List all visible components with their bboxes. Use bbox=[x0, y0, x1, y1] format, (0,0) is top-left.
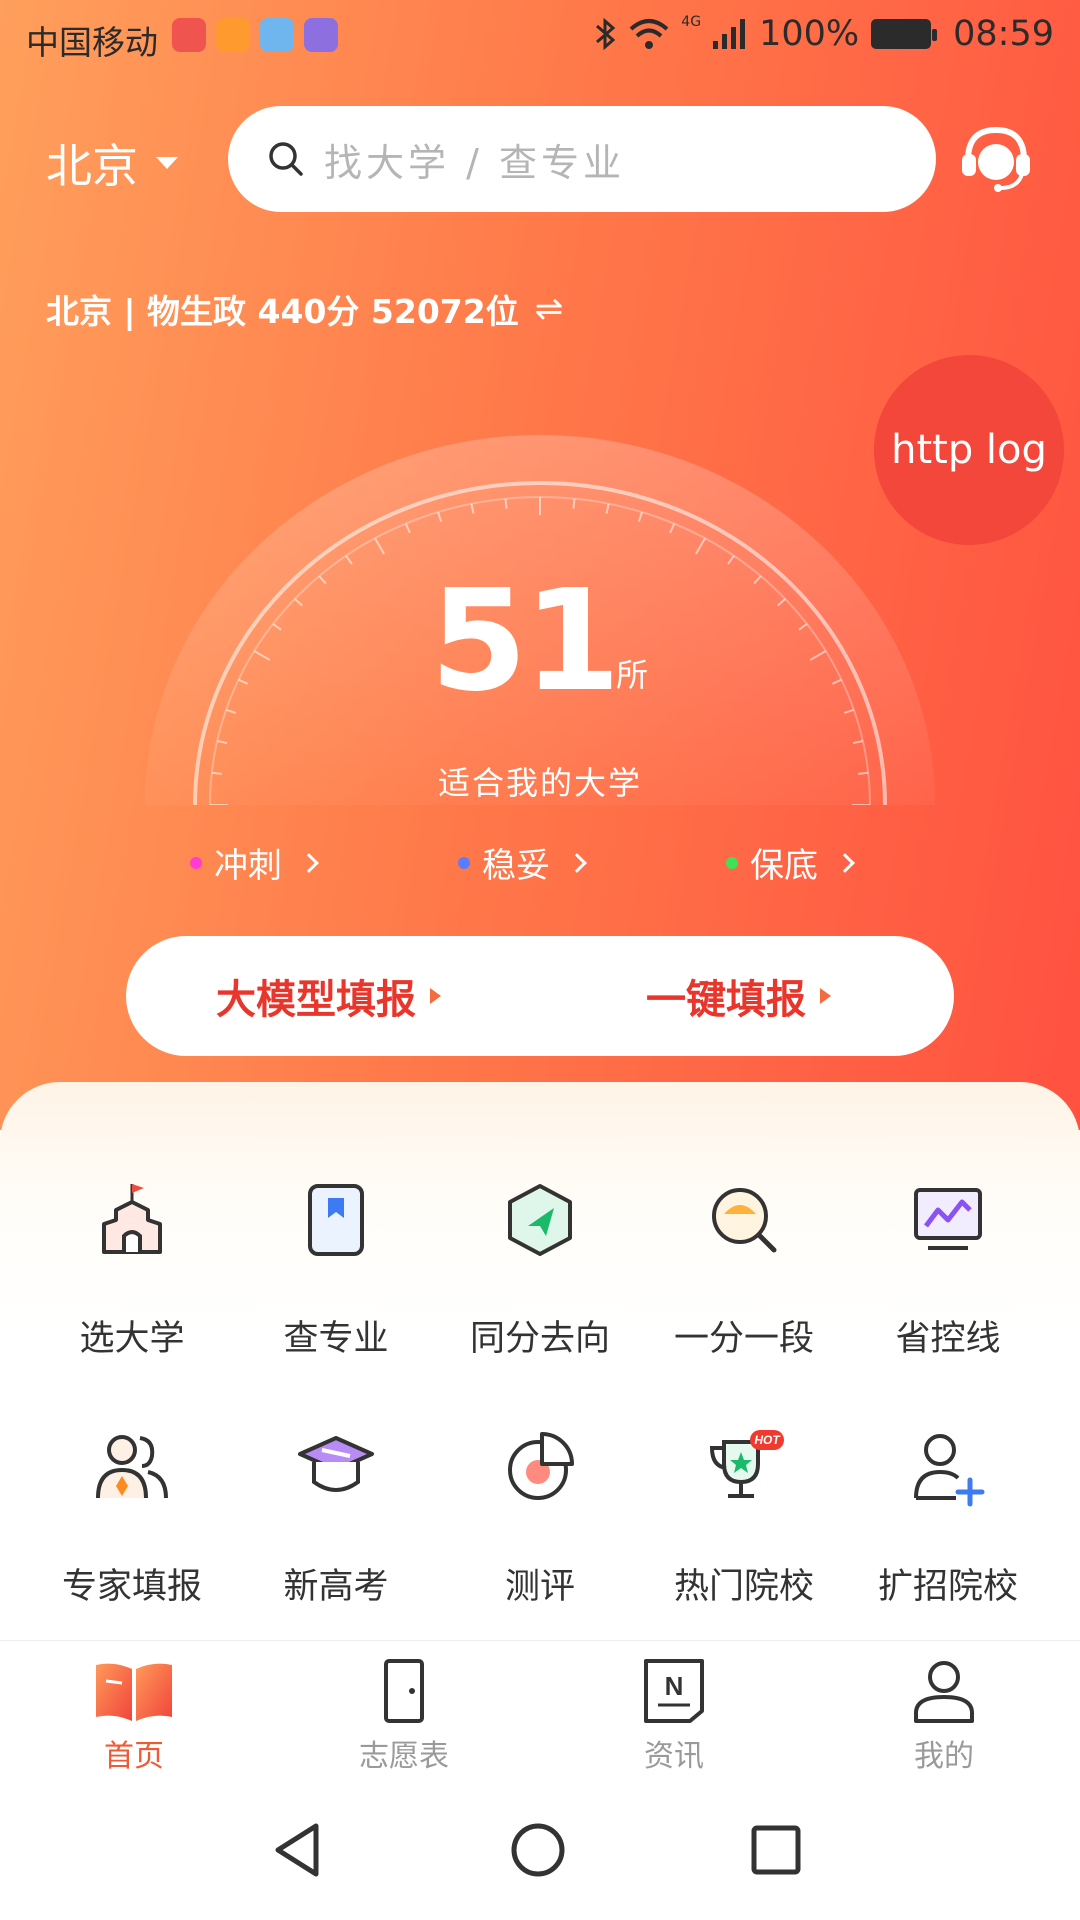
grid-item-popular-colleges[interactable]: HOT 热门院校 bbox=[644, 1428, 844, 1609]
battery-percent: 100% bbox=[759, 14, 860, 54]
one-click-label: 一键填报 bbox=[646, 977, 806, 1023]
grid-item-assessment[interactable]: 测评 bbox=[440, 1428, 640, 1609]
add-user-icon bbox=[914, 1434, 985, 1507]
tier-label: 冲刺 bbox=[214, 846, 282, 886]
huawei-store-icon bbox=[172, 18, 206, 52]
chevron-right-icon bbox=[835, 852, 855, 873]
tab-volunteer-form[interactable]: 志愿表 bbox=[304, 1659, 504, 1775]
grid-item-new-gaokao[interactable]: 新高考 bbox=[236, 1428, 436, 1609]
clock: 08:59 bbox=[953, 14, 1054, 54]
grid-label: 同分去向 bbox=[469, 1319, 610, 1359]
signal-icon bbox=[713, 19, 746, 49]
fill-actions-card: 大模型填报 一键填报 bbox=[126, 936, 954, 1056]
health-app-icon bbox=[216, 18, 250, 52]
hot-badge: HOT bbox=[754, 1433, 781, 1447]
status-bar: 中国移动 4G 100% 08:59 bbox=[0, 0, 1080, 74]
tier-guarantee[interactable]: 保底 bbox=[726, 838, 855, 887]
grid-label: 新高考 bbox=[283, 1567, 389, 1607]
trophy-icon: HOT bbox=[709, 1430, 784, 1498]
graduation-cap-icon bbox=[298, 1436, 374, 1492]
tier-dot bbox=[726, 856, 738, 869]
search-icon bbox=[269, 142, 303, 176]
grid-label: 一分一段 bbox=[673, 1319, 814, 1359]
search-bar[interactable]: 找大学 / 查专业 bbox=[228, 106, 936, 212]
carrier-name: 中国移动 bbox=[26, 23, 158, 62]
notification-icons bbox=[172, 18, 338, 52]
grid-label: 热门院校 bbox=[673, 1567, 814, 1607]
profile-summary: 北京 | 物生政 440分 52072位 bbox=[46, 292, 519, 331]
ai-fill-label: 大模型填报 bbox=[216, 977, 416, 1023]
grid-label: 省控线 bbox=[895, 1319, 1001, 1359]
network-type: 4G bbox=[681, 14, 702, 30]
bluetooth-icon bbox=[596, 17, 616, 51]
news-icon: N bbox=[644, 1659, 704, 1723]
battery-icon bbox=[871, 19, 938, 49]
book-open-icon bbox=[96, 1663, 172, 1721]
back-nav-icon[interactable] bbox=[270, 1820, 326, 1880]
customer-service-icon[interactable] bbox=[956, 118, 1036, 198]
play-arrow-icon bbox=[430, 988, 441, 1004]
campus-icon bbox=[102, 1184, 162, 1254]
wifi-icon bbox=[629, 19, 669, 49]
tab-label: 首页 bbox=[104, 1739, 164, 1774]
grid-label: 查专业 bbox=[283, 1319, 389, 1359]
grid-item-expert-fill[interactable]: 专家填报 bbox=[32, 1428, 232, 1609]
tab-mine[interactable]: 我的 bbox=[844, 1659, 1044, 1775]
svg-text:N: N bbox=[665, 1671, 684, 1701]
tier-label: 稳妥 bbox=[482, 846, 550, 886]
gauge-tick bbox=[504, 498, 508, 509]
status-right: 4G 100% 08:59 bbox=[593, 14, 1054, 54]
play-arrow-icon bbox=[820, 988, 831, 1004]
tab-home[interactable]: 首页 bbox=[34, 1659, 234, 1775]
music-app-icon bbox=[304, 18, 338, 52]
swap-icon[interactable]: ⇌ bbox=[535, 289, 564, 329]
user-icon bbox=[914, 1661, 974, 1723]
tier-dot bbox=[458, 856, 470, 869]
book-icon bbox=[308, 1184, 364, 1256]
score-profile[interactable]: 北京 | 物生政 440分 52072位 ⇌ bbox=[46, 285, 563, 333]
chevron-right-icon bbox=[299, 852, 319, 873]
grid-item-same-score[interactable]: 同分去向 bbox=[440, 1180, 640, 1361]
tab-label: 资讯 bbox=[644, 1739, 704, 1774]
magnifier-icon bbox=[712, 1188, 777, 1253]
tier-rush[interactable]: 冲刺 bbox=[190, 838, 319, 887]
grid-item-expanded-enrollment[interactable]: 扩招院校 bbox=[848, 1428, 1048, 1609]
search-placeholder: 找大学 / 查专业 bbox=[324, 140, 625, 185]
direction-icon bbox=[508, 1184, 572, 1256]
city-label: 北京 bbox=[46, 139, 138, 193]
tier-safe[interactable]: 稳妥 bbox=[458, 838, 587, 887]
grid-label: 专家填报 bbox=[61, 1567, 202, 1607]
count-unit: 所 bbox=[616, 656, 649, 694]
recents-nav-icon[interactable] bbox=[748, 1822, 804, 1878]
experts-icon bbox=[96, 1435, 168, 1499]
home-nav-icon[interactable] bbox=[508, 1820, 568, 1880]
system-nav-bar bbox=[0, 1780, 1080, 1920]
one-click-fill-button[interactable]: 一键填报 bbox=[646, 936, 831, 1056]
grid-item-control-line[interactable]: 省控线 bbox=[848, 1180, 1048, 1361]
grid-label: 测评 bbox=[504, 1567, 575, 1607]
grid-item-score-rank[interactable]: 一分一段 bbox=[644, 1180, 844, 1361]
browser-app-icon bbox=[260, 18, 294, 52]
pie-icon bbox=[508, 1432, 574, 1500]
monitor-chart-icon bbox=[914, 1188, 982, 1250]
tab-news[interactable]: N 资讯 bbox=[574, 1659, 774, 1775]
grid-label: 选大学 bbox=[79, 1319, 185, 1359]
grid-label: 扩招院校 bbox=[877, 1567, 1018, 1607]
matched-label: 适合我的大学 bbox=[437, 764, 642, 802]
ai-fill-button[interactable]: 大模型填报 bbox=[216, 936, 441, 1056]
caret-down-icon bbox=[156, 157, 178, 169]
gauge-tick bbox=[572, 498, 576, 509]
tier-label: 保底 bbox=[750, 846, 818, 886]
grid-item-search-major[interactable]: 查专业 bbox=[236, 1180, 436, 1361]
matched-count: 51 bbox=[430, 560, 621, 723]
bottom-tab-bar: 首页 志愿表 N 资讯 我的 bbox=[0, 1640, 1080, 1780]
tab-label: 志愿表 bbox=[359, 1739, 449, 1774]
city-selector[interactable]: 北京 bbox=[46, 130, 178, 196]
grid-item-choose-university[interactable]: 选大学 bbox=[32, 1180, 232, 1361]
door-icon bbox=[384, 1659, 424, 1723]
chevron-right-icon bbox=[567, 852, 587, 873]
tab-label: 我的 bbox=[914, 1739, 974, 1774]
tier-dot bbox=[190, 856, 202, 869]
